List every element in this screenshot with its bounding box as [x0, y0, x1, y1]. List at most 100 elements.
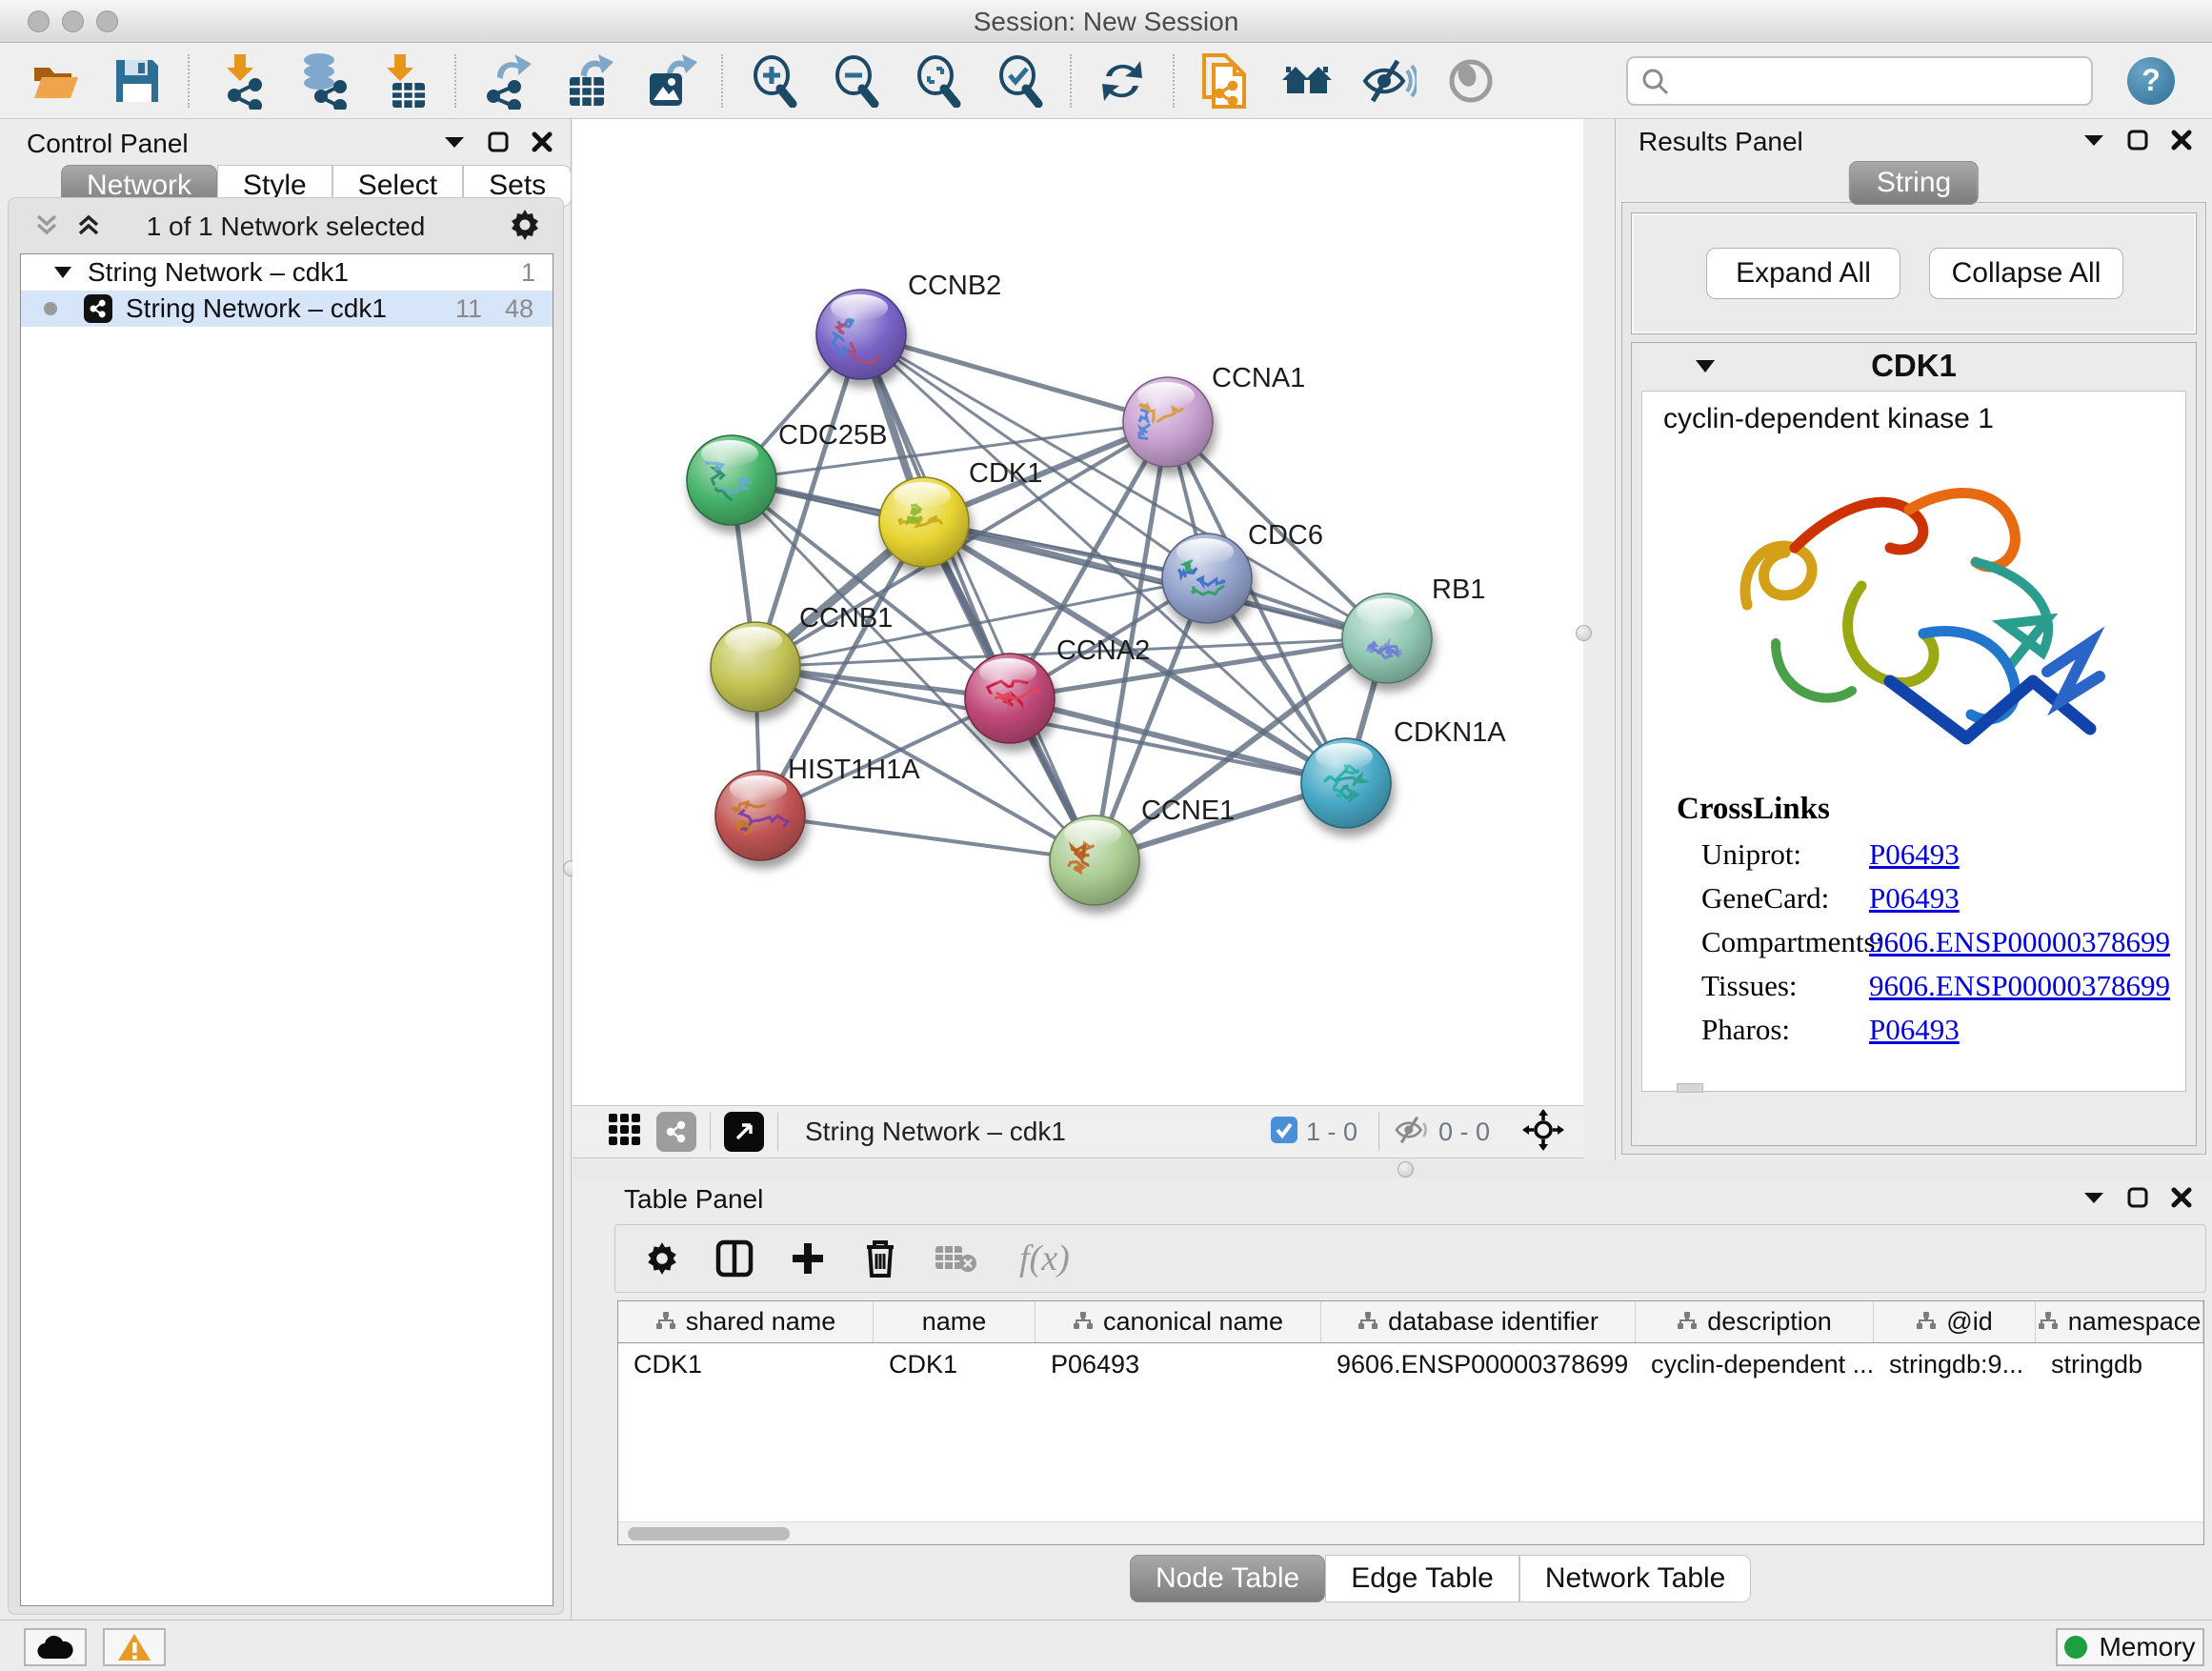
control-panel-window-icons: [443, 131, 553, 153]
hidden-eye-icon[interactable]: [1393, 1115, 1431, 1150]
expand-all-button[interactable]: Expand All: [1706, 248, 1900, 299]
import-table-icon: [379, 52, 429, 110]
column-header-name[interactable]: name: [874, 1301, 1036, 1342]
network-collection-row[interactable]: String Network – cdk1 1: [21, 254, 553, 291]
table-cell[interactable]: CDK1: [874, 1343, 1036, 1385]
crosslink-link[interactable]: P06493: [1869, 881, 1960, 916]
tab-string[interactable]: String: [1849, 161, 1979, 205]
show-column-selector-icon[interactable]: [714, 1238, 754, 1278]
open-session-button[interactable]: [27, 52, 84, 110]
tab-edge-table[interactable]: Edge Table: [1325, 1555, 1519, 1602]
import-table-button[interactable]: [375, 52, 432, 110]
node-card-header[interactable]: CDK1: [1632, 343, 2196, 389]
table-cell[interactable]: cyclin-dependent ...: [1636, 1343, 1874, 1385]
horizontal-splitter[interactable]: [573, 1159, 2212, 1178]
crosslink-link[interactable]: 9606.ENSP00000378699: [1869, 925, 2170, 959]
apply-layout-button[interactable]: [1094, 52, 1151, 110]
zoom-out-button[interactable]: [827, 52, 884, 110]
column-header-canonical-name[interactable]: canonical name: [1036, 1301, 1321, 1342]
scrollbar-thumb[interactable]: [628, 1527, 790, 1540]
float-panel-icon[interactable]: [487, 131, 510, 153]
network-row[interactable]: String Network – cdk1 11 48: [21, 291, 553, 327]
close-panel-icon[interactable]: [2170, 1186, 2193, 1209]
export-network-button[interactable]: [478, 52, 535, 110]
selected-checkbox-icon[interactable]: [1270, 1116, 1298, 1149]
table-cell[interactable]: stringdb: [2036, 1343, 2203, 1385]
table-row[interactable]: CDK1CDK1P064939606.ENSP00000378699cyclin…: [618, 1343, 2203, 1385]
table-cell[interactable]: CDK1: [618, 1343, 874, 1385]
node-RB1[interactable]: RB1: [1342, 574, 1485, 683]
panel-menu-icon[interactable]: [2082, 132, 2105, 148]
birds-eye-view-icon[interactable]: [607, 1112, 643, 1153]
save-session-button[interactable]: [109, 52, 166, 110]
collection-label: String Network – cdk1: [88, 257, 349, 288]
zoom-in-button[interactable]: [745, 52, 802, 110]
memory-label: Memory: [2099, 1632, 2195, 1662]
node-label-CDKN1A: CDKN1A: [1394, 717, 1506, 748]
network-selection-status: 1 of 1 Network selected: [9, 211, 563, 242]
float-panel-icon[interactable]: [2126, 129, 2149, 151]
import-network-from-database-button[interactable]: [293, 52, 351, 110]
panel-menu-icon[interactable]: [443, 134, 466, 150]
export-network-icon: [480, 52, 533, 110]
horizontal-splitter-handle[interactable]: [1398, 1161, 1414, 1178]
close-panel-icon[interactable]: [531, 131, 553, 153]
hide-glass-button[interactable]: [1360, 52, 1418, 110]
zoom-fit-button[interactable]: [909, 52, 966, 110]
network-column-icon: [1677, 1307, 1698, 1337]
zoom-selected-button[interactable]: [991, 52, 1048, 110]
right-splitter-handle[interactable]: [1576, 625, 1592, 641]
crosslink-link[interactable]: 9606.ENSP00000378699: [1869, 969, 2170, 1003]
memory-button[interactable]: Memory: [2056, 1628, 2204, 1666]
export-table-button[interactable]: [560, 52, 617, 110]
node-CCNE1[interactable]: CCNE1: [1050, 795, 1235, 905]
float-panel-icon[interactable]: [2126, 1186, 2149, 1209]
help-button[interactable]: ?: [2127, 57, 2175, 105]
search-input[interactable]: [1626, 56, 2093, 106]
node-CDKN1A[interactable]: CDKN1A: [1301, 717, 1506, 828]
mini-scrollbar[interactable]: [1677, 1083, 1703, 1093]
export-image-button[interactable]: [642, 52, 699, 110]
application-window: Session: New Session: [0, 0, 2212, 1671]
collection-expander-icon[interactable]: [53, 266, 72, 279]
table-cell[interactable]: P06493: [1036, 1343, 1321, 1385]
crosslink-link[interactable]: P06493: [1869, 1013, 1960, 1047]
string-import-button[interactable]: [1196, 52, 1254, 110]
collapse-all-button[interactable]: Collapse All: [1929, 248, 2123, 299]
tab-node-table[interactable]: Node Table: [1130, 1555, 1325, 1602]
network-graph[interactable]: CCNB2 CCNA1 CDC25B CDK1 CDC6 RB1 CCNB1 C…: [573, 119, 1583, 1105]
results-panel: Results Panel String Expand All Collapse…: [1615, 119, 2212, 1159]
panel-menu-icon[interactable]: [2082, 1190, 2105, 1205]
node-HIST1H1A[interactable]: HIST1H1A: [715, 755, 920, 860]
toolbar-separator: [1070, 54, 1072, 108]
delete-column-trash-icon[interactable]: [861, 1238, 899, 1279]
close-panel-icon[interactable]: [2170, 129, 2193, 151]
column-header-shared-name[interactable]: shared name: [618, 1301, 874, 1342]
delete-table-icon[interactable]: [934, 1242, 977, 1275]
column-header-database-identifier[interactable]: database identifier: [1321, 1301, 1636, 1342]
column-header-description[interactable]: description: [1636, 1301, 1874, 1342]
network-view-canvas[interactable]: CCNB2 CCNA1 CDC25B CDK1 CDC6 RB1 CCNB1 C…: [573, 119, 1583, 1105]
home-networks-button[interactable]: [1278, 52, 1336, 110]
network-column-icon: [655, 1307, 676, 1337]
crosslink-link[interactable]: P06493: [1869, 837, 1960, 872]
network-column-icon: [2038, 1307, 2059, 1337]
table-cell[interactable]: stringdb:9...: [1874, 1343, 2036, 1385]
function-builder-button[interactable]: f(x): [1019, 1238, 1070, 1279]
cloud-status-button[interactable]: [24, 1628, 87, 1666]
tab-network-table[interactable]: Network Table: [1519, 1555, 1752, 1602]
pan-crosshair-icon[interactable]: [1522, 1109, 1564, 1156]
import-network-button[interactable]: [211, 52, 269, 110]
warnings-button[interactable]: [103, 1628, 166, 1666]
edge-HIST1H1A-CCNE1[interactable]: [760, 815, 1095, 860]
column-header-label: database identifier: [1388, 1307, 1599, 1337]
create-column-icon[interactable]: [789, 1239, 827, 1278]
table-gear-icon[interactable]: [644, 1240, 680, 1277]
column-header-namespace[interactable]: namespace: [2036, 1301, 2203, 1342]
column-header--id[interactable]: @id: [1874, 1301, 2036, 1342]
table-horizontal-scrollbar[interactable]: [618, 1521, 2203, 1544]
show-glass-button[interactable]: [1442, 52, 1499, 110]
open-in-window-button[interactable]: [724, 1112, 764, 1152]
table-cell[interactable]: 9606.ENSP00000378699: [1321, 1343, 1636, 1385]
node-CCNA1[interactable]: CCNA1: [1123, 363, 1305, 467]
